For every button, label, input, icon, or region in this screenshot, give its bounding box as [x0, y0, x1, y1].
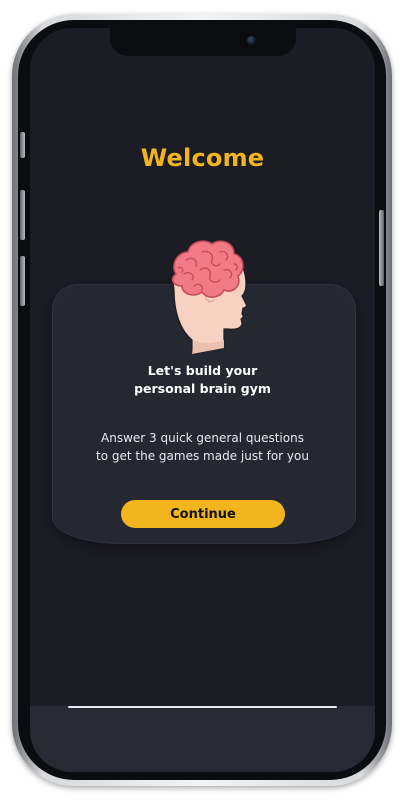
card-description: Answer 3 quick general questions to get …: [30, 429, 375, 465]
power-button: [379, 210, 384, 286]
card-heading-line-1: Let's build your: [147, 363, 258, 378]
stage: Welcome Let's build your personal brain …: [0, 0, 405, 800]
page-title: Welcome: [140, 144, 265, 172]
app-screen: Welcome Let's build your personal brain …: [30, 28, 375, 772]
card-description-line-2: to get the games made just for you: [96, 449, 309, 463]
bottom-divider: [68, 706, 337, 708]
continue-button[interactable]: Continue: [121, 500, 285, 528]
head-with-brain-icon: [171, 240, 247, 355]
card-heading-line-2: personal brain gym: [134, 381, 271, 396]
bottom-panel: [30, 706, 375, 772]
front-camera-icon: [247, 36, 256, 45]
silent-switch: [20, 132, 25, 158]
volume-down-button: [20, 256, 25, 306]
card-description-line-1: Answer 3 quick general questions: [101, 431, 304, 445]
card-heading: Let's build your personal brain gym: [30, 362, 375, 398]
volume-up-button: [20, 190, 25, 240]
notch: [110, 28, 296, 56]
